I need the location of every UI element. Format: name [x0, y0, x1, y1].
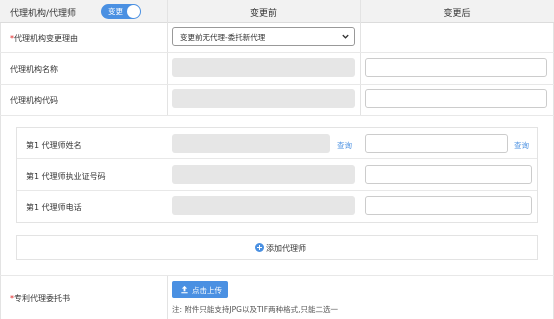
change-toggle[interactable]: 变更 — [101, 4, 141, 19]
agent-license-after-input[interactable] — [365, 165, 532, 184]
agency-code-label: 代理机构代码 — [10, 96, 58, 105]
upload-icon — [181, 285, 188, 294]
agent-license-label: 第1 代理师执业证号码 — [26, 172, 106, 181]
agency-name-before-field — [172, 58, 355, 77]
agent-name-before-field — [172, 134, 330, 153]
column-header-before: 变更前 — [249, 9, 277, 19]
divider — [167, 0, 168, 23]
reason-label: *代理机构变更理由 — [10, 33, 78, 44]
add-agent-button[interactable]: 添加代理师 — [16, 235, 538, 260]
toggle-knob — [127, 5, 140, 18]
upload-button[interactable]: 点击上传 — [172, 281, 228, 298]
chevron-down-icon — [342, 34, 349, 39]
query-before-link[interactable]: 查询 — [337, 140, 352, 151]
agent-phone-label: 第1 代理师电话 — [26, 203, 82, 212]
divider — [0, 275, 554, 276]
divider — [0, 52, 554, 53]
add-agent-label: 添加代理师 — [266, 244, 306, 253]
add-agent-content: 添加代理师 — [255, 243, 306, 254]
upload-label: 点击上传 — [192, 286, 222, 295]
agent-name-after-input[interactable] — [365, 134, 508, 153]
toggle-label: 变更 — [108, 7, 123, 16]
reason-label-text: 代理机构变更理由 — [14, 34, 78, 43]
reason-select[interactable]: 变更前无代理-委托新代理 — [172, 27, 355, 46]
agency-code-before-field — [172, 89, 355, 108]
agency-code-after-input[interactable] — [365, 89, 547, 108]
table-header: 代理机构/代理师 变更 变更前 变更后 — [0, 0, 554, 23]
plus-circle-icon — [255, 243, 264, 252]
header-title: 代理机构/代理师 — [10, 9, 77, 19]
query-after-link[interactable]: 查询 — [514, 140, 529, 151]
reason-select-value: 变更前无代理-委托新代理 — [180, 33, 266, 42]
divider — [360, 23, 361, 115]
divider — [17, 158, 537, 159]
agency-name-label: 代理机构名称 — [10, 65, 58, 74]
divider — [167, 23, 168, 115]
agency-name-after-input[interactable] — [365, 58, 547, 77]
agent-phone-after-input[interactable] — [365, 196, 532, 215]
divider — [17, 190, 537, 191]
divider — [360, 0, 361, 23]
divider — [167, 275, 168, 319]
power-of-attorney-label: *专利代理委托书 — [10, 293, 70, 304]
column-header-after: 变更后 — [443, 9, 471, 19]
divider — [0, 84, 554, 85]
power-of-attorney-label-text: 专利代理委托书 — [14, 294, 70, 303]
agent-name-label: 第1 代理师姓名 — [26, 141, 82, 150]
upload-note: 注: 附件只能支持JPG以及TIF两种格式,只能二选一 — [172, 305, 338, 314]
divider — [0, 115, 554, 116]
agent-license-before-field — [172, 165, 355, 184]
agent-phone-before-field — [172, 196, 355, 215]
